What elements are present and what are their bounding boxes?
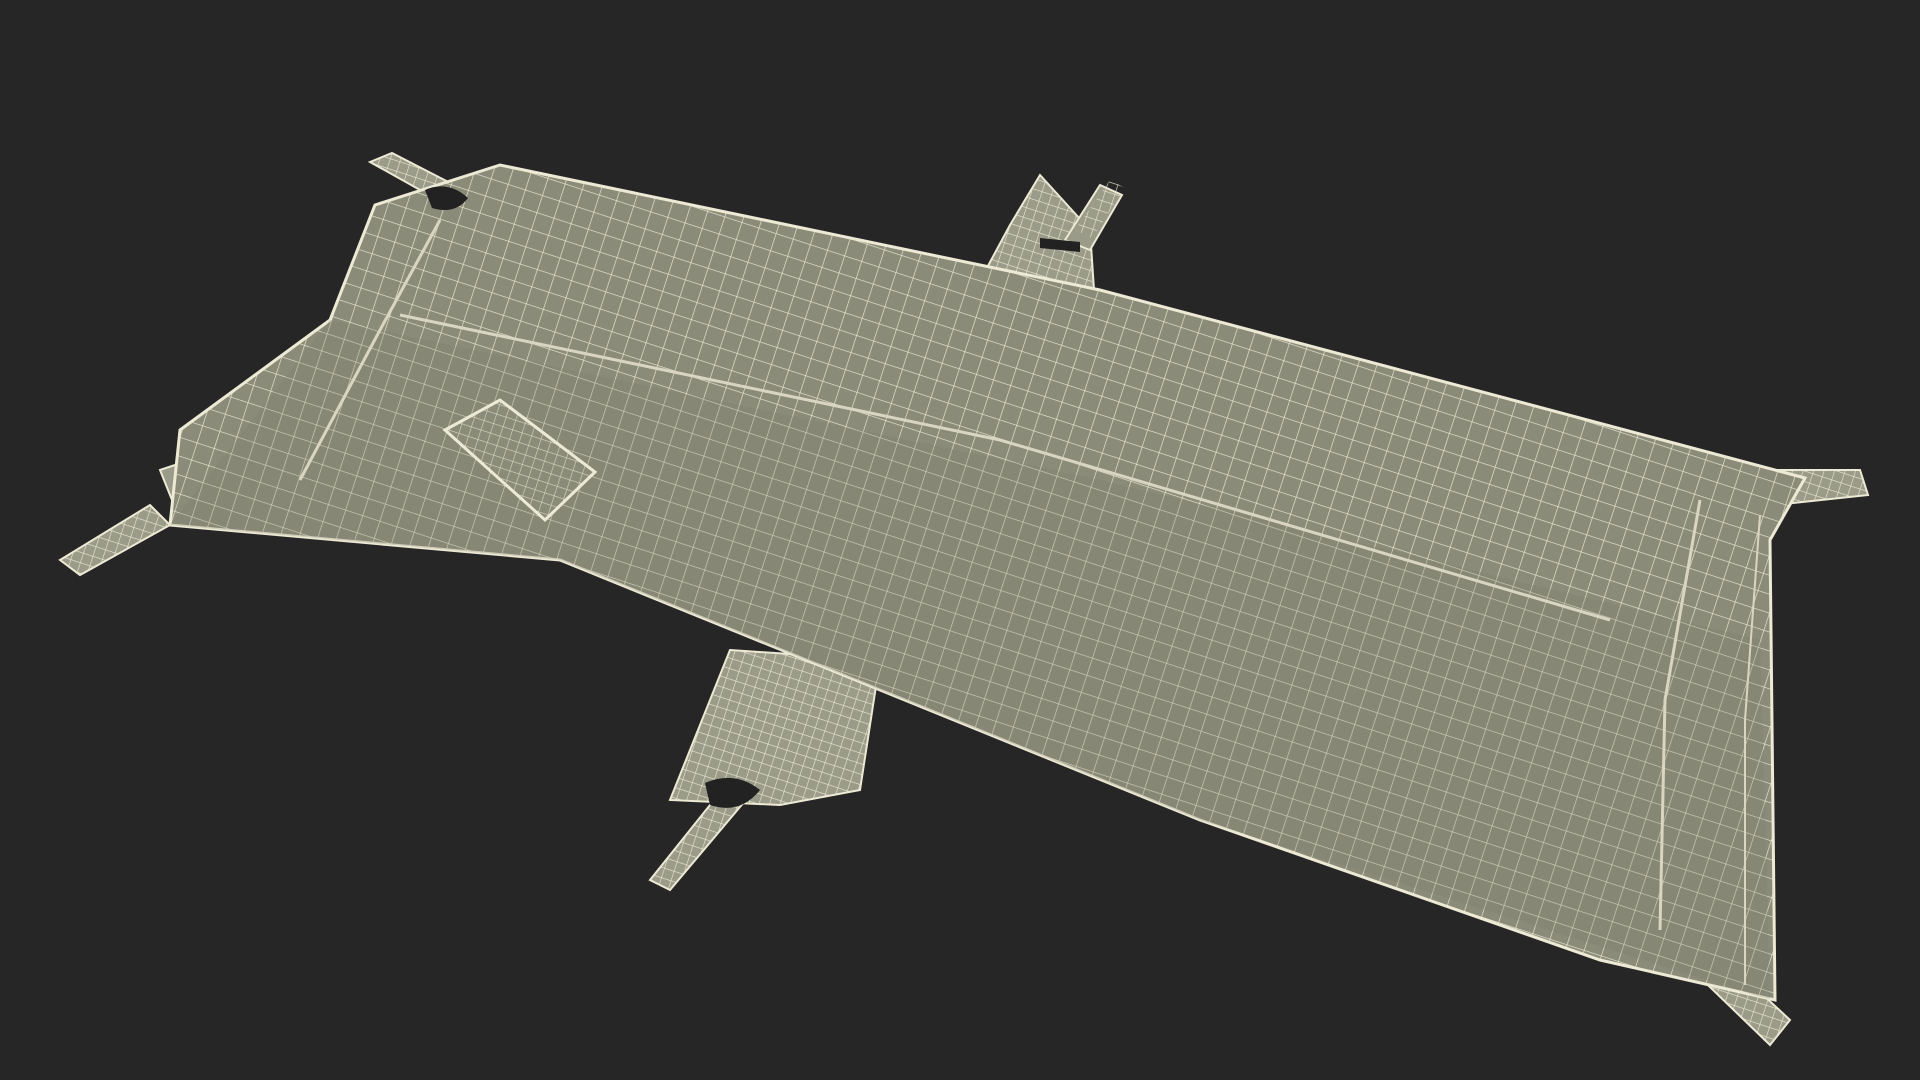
stretcher-render (58, 151, 1870, 1047)
stretcher-sheet (168, 163, 1808, 1002)
strap-bottom-middle (648, 648, 882, 892)
render-viewport (0, 0, 1920, 1080)
